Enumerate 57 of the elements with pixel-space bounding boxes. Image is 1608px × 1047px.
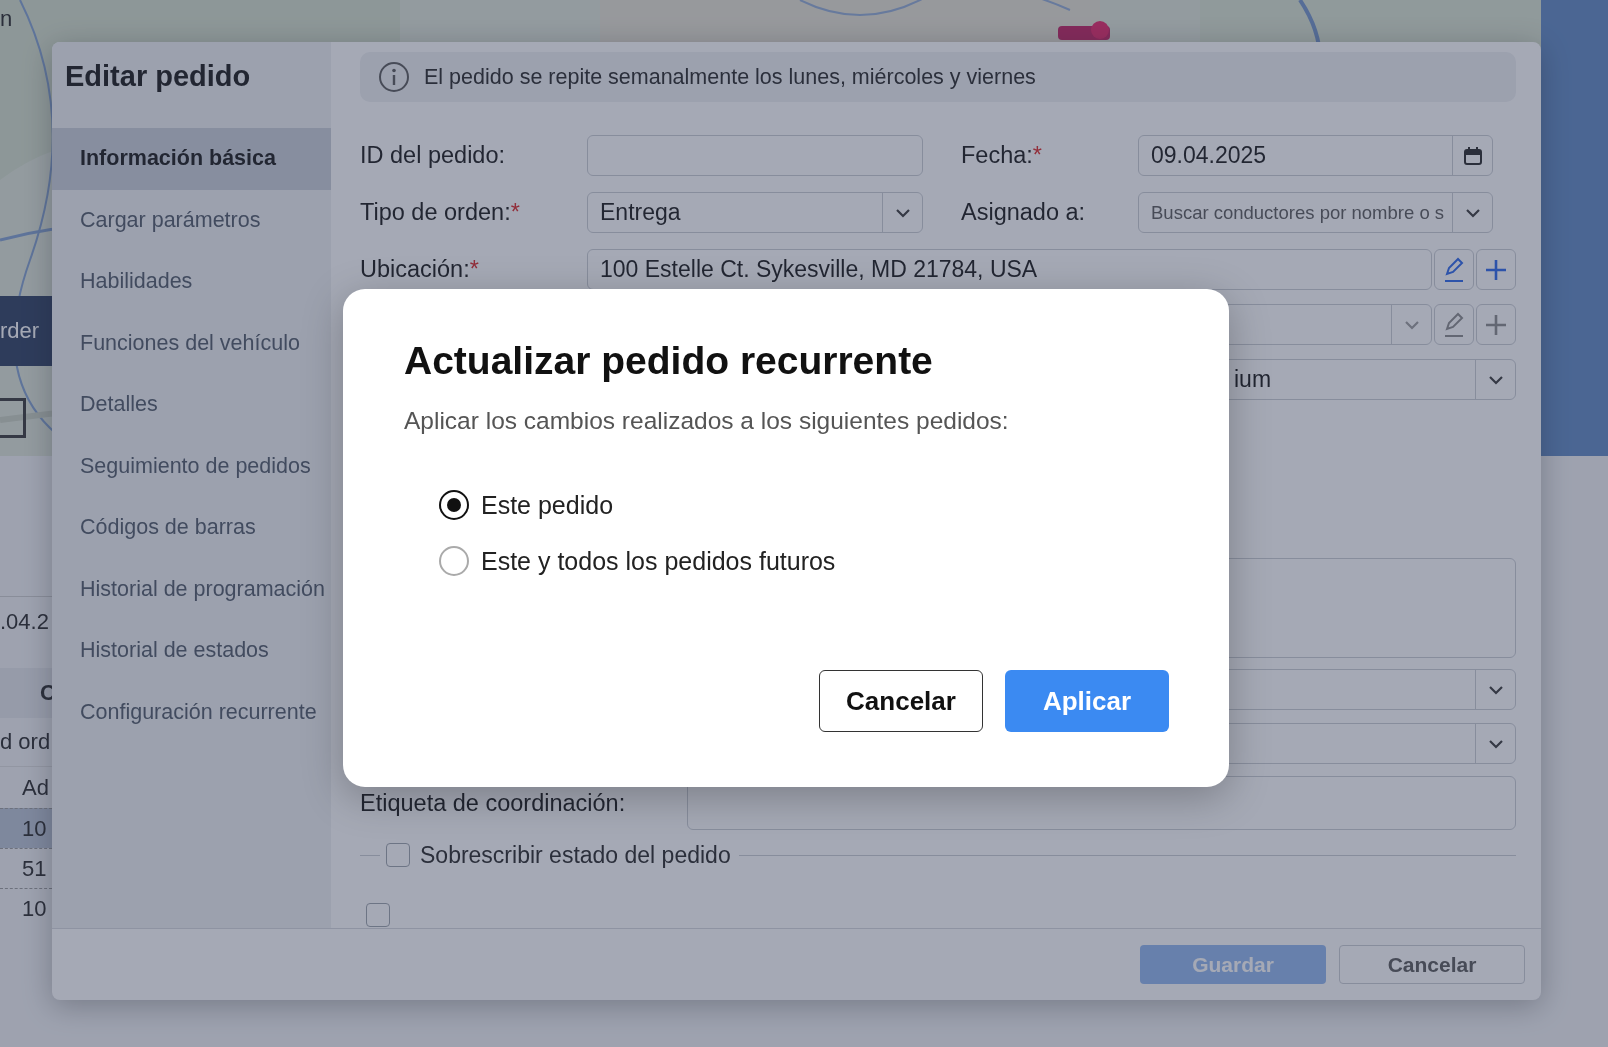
page-text: 10 bbox=[0, 808, 52, 848]
sidebar-item[interactable]: Detalles bbox=[52, 374, 331, 436]
chevron-down-icon bbox=[1487, 738, 1504, 749]
field-label: Ubicación:* bbox=[360, 256, 480, 283]
sidebar-item[interactable]: Habilidades bbox=[52, 251, 331, 313]
sidebar-item[interactable]: Historial de estados bbox=[52, 620, 331, 682]
select-field[interactable]: Buscar conductores por nombre o s bbox=[1138, 192, 1493, 233]
page-button[interactable]: rder bbox=[0, 296, 52, 366]
date-field[interactable]: 09.04.2025 bbox=[1138, 135, 1493, 176]
pencil-icon bbox=[1442, 311, 1466, 338]
field-label: Asignado a: bbox=[961, 199, 1087, 226]
cancel-button[interactable]: Cancelar bbox=[819, 670, 983, 732]
sidebar-item[interactable]: Historial de programación bbox=[52, 558, 331, 620]
chevron-down-icon bbox=[1487, 374, 1504, 385]
checkbox[interactable] bbox=[366, 903, 390, 927]
radio-option[interactable]: Este y todos los pedidos futuros bbox=[439, 533, 836, 589]
window-title: Editar pedido bbox=[64, 59, 252, 94]
calendar-icon bbox=[1462, 145, 1483, 166]
banner-text: El pedido se repite semanalmente los lunes, miércoles y viernes bbox=[424, 64, 1036, 90]
page-text: d ord bbox=[0, 728, 52, 756]
sidebar-item[interactable]: Información básica bbox=[52, 128, 331, 190]
cancel-button[interactable]: Cancelar bbox=[1339, 945, 1525, 984]
text-field[interactable] bbox=[587, 135, 923, 176]
checkbox-label: Sobrescribir estado del pedido bbox=[420, 841, 731, 869]
info-icon bbox=[378, 61, 410, 93]
radio-button[interactable] bbox=[439, 546, 469, 576]
apply-button[interactable]: Aplicar bbox=[1005, 670, 1169, 732]
radio-button[interactable] bbox=[439, 490, 469, 520]
sidebar-item[interactable]: Códigos de barras bbox=[52, 497, 331, 559]
dialog-text: Aplicar los cambios realizados a los siguientes pedidos: bbox=[404, 407, 1010, 435]
sidebar-item[interactable]: Seguimiento de pedidos bbox=[52, 435, 331, 497]
option-label: Este pedido bbox=[481, 490, 614, 520]
pencil-icon bbox=[1442, 256, 1466, 283]
sidebar-item[interactable]: Cargar parámetros bbox=[52, 189, 331, 251]
radio-option[interactable]: Este pedido bbox=[439, 477, 614, 533]
location-field[interactable]: 100 Estelle Ct. Sykesville, MD 21784, USA bbox=[587, 249, 1432, 290]
edit-button[interactable] bbox=[1434, 249, 1474, 290]
checkbox[interactable] bbox=[386, 843, 410, 867]
select-field[interactable]: Entrega bbox=[587, 192, 923, 233]
add-button[interactable] bbox=[1476, 304, 1516, 345]
plus-icon bbox=[1485, 313, 1507, 336]
map-control[interactable] bbox=[0, 398, 26, 438]
chevron-down-icon bbox=[894, 207, 911, 218]
chevron-down-icon bbox=[1464, 207, 1481, 218]
field-label: Fecha:* bbox=[961, 142, 1043, 169]
add-button[interactable] bbox=[1476, 249, 1516, 290]
sidebar-item[interactable]: Funciones del vehículo bbox=[52, 312, 331, 374]
field-label: ID del pedido: bbox=[360, 142, 507, 169]
chevron-down-icon bbox=[1403, 319, 1420, 330]
sidebar-item[interactable]: Configuración recurrente bbox=[52, 681, 331, 743]
chevron-down-icon bbox=[1487, 684, 1504, 695]
field-label: Etiqueta de coordinación: bbox=[360, 789, 627, 817]
option-label: Este y todos los pedidos futuros bbox=[481, 546, 836, 576]
field-label: Tipo de orden:* bbox=[360, 199, 521, 226]
dialog-title: Actualizar pedido recurrente bbox=[404, 339, 934, 383]
plus-icon bbox=[1485, 258, 1507, 281]
page-text: n bbox=[0, 6, 14, 33]
